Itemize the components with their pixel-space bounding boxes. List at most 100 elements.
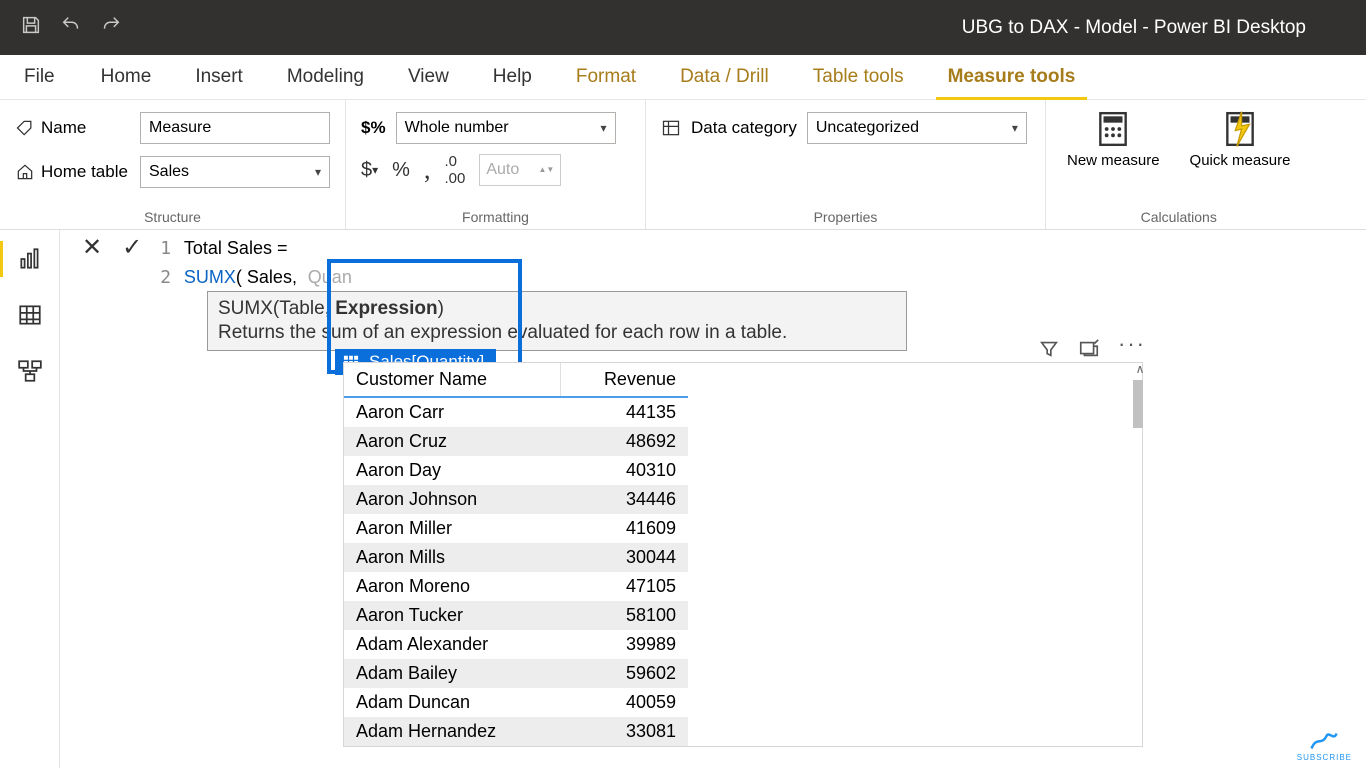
format-type-select[interactable]: Whole number▾: [396, 112, 616, 144]
new-measure-button[interactable]: New measure: [1061, 110, 1166, 170]
table-row[interactable]: Aaron Tucker58100: [344, 601, 688, 630]
cell-customer: Adam Hernandez: [344, 717, 561, 746]
quick-measure-button[interactable]: Quick measure: [1184, 110, 1297, 170]
view-rail: [0, 230, 60, 768]
percent-button[interactable]: %: [392, 159, 410, 182]
cell-revenue: 33081: [561, 717, 688, 746]
group-label: Formatting: [361, 203, 630, 229]
cell-customer: Aaron Day: [344, 456, 561, 485]
cell-revenue: 44135: [561, 397, 688, 427]
cell-customer: Adam Duncan: [344, 688, 561, 717]
table-row[interactable]: Aaron Miller41609: [344, 514, 688, 543]
cell-customer: Adam Bailey: [344, 659, 561, 688]
cell-revenue: 39989: [561, 630, 688, 659]
scroll-thumb[interactable]: [1133, 380, 1143, 428]
app-title: UBG to DAX - Model - Power BI Desktop: [122, 17, 1346, 39]
name-label: Name: [15, 118, 130, 138]
group-label: Structure: [15, 203, 330, 229]
filter-icon[interactable]: [1038, 338, 1060, 365]
cell-revenue: 40059: [561, 688, 688, 717]
currency-button[interactable]: $ ▾: [361, 159, 378, 182]
tab-data-drill[interactable]: Data / Drill: [658, 55, 791, 100]
cell-revenue: 40310: [561, 456, 688, 485]
formula-line[interactable]: Total Sales =: [173, 235, 352, 262]
tab-modeling[interactable]: Modeling: [265, 55, 386, 100]
data-category-label: Data category: [661, 118, 797, 138]
tab-file[interactable]: File: [0, 55, 79, 100]
visual-toolbar: ···: [1038, 338, 1146, 365]
table-row[interactable]: Aaron Carr44135: [344, 397, 688, 427]
tab-home[interactable]: Home: [79, 55, 174, 100]
cell-customer: Aaron Tucker: [344, 601, 561, 630]
ribbon: Name Home table Sales▾ Structure $% Who: [0, 100, 1366, 230]
data-view-button[interactable]: [15, 300, 45, 330]
table-row[interactable]: Aaron Cruz48692: [344, 427, 688, 456]
ribbon-tabs: File Home Insert Modeling View Help Form…: [0, 55, 1366, 100]
decimal-auto-input[interactable]: Auto ▲▼: [479, 154, 561, 186]
column-header-revenue[interactable]: Revenue: [561, 363, 688, 397]
cancel-formula-icon[interactable]: ✕: [78, 233, 106, 262]
cell-customer: Aaron Mills: [344, 543, 561, 572]
home-table-label: Home table: [15, 162, 130, 182]
table-row[interactable]: Adam Bailey59602: [344, 659, 688, 688]
table-row[interactable]: Aaron Moreno47105: [344, 572, 688, 601]
cell-customer: Adam Alexander: [344, 630, 561, 659]
scrollbar[interactable]: ∧: [1133, 362, 1147, 742]
tab-table-tools[interactable]: Table tools: [791, 55, 926, 100]
group-properties: Data category Uncategorized▾ Properties: [646, 100, 1046, 229]
table-row[interactable]: Aaron Mills30044: [344, 543, 688, 572]
undo-icon[interactable]: [60, 14, 82, 41]
cell-customer: Aaron Cruz: [344, 427, 561, 456]
table-row[interactable]: Adam Hernandez33081: [344, 717, 688, 746]
commit-formula-icon[interactable]: ✓: [118, 233, 146, 262]
group-formatting: $% Whole number▾ $ ▾ % , .0.00 Auto ▲▼ F…: [346, 100, 646, 229]
tab-help[interactable]: Help: [471, 55, 554, 100]
intellisense-tooltip: SUMX(Table, Expression) Returns the sum …: [207, 291, 907, 351]
cell-customer: Aaron Moreno: [344, 572, 561, 601]
tab-measure-tools[interactable]: Measure tools: [926, 55, 1098, 100]
cell-customer: Aaron Johnson: [344, 485, 561, 514]
formula-bar[interactable]: ✕ ✓ 1 Total Sales = 2 SUMX( Sales, Quan: [78, 233, 1356, 293]
group-structure: Name Home table Sales▾ Structure: [0, 100, 346, 229]
cell-revenue: 58100: [561, 601, 688, 630]
cell-customer: Aaron Miller: [344, 514, 561, 543]
cell-revenue: 34446: [561, 485, 688, 514]
group-label: Calculations: [1061, 203, 1296, 229]
group-calculations: New measure Quick measure Calculations: [1046, 100, 1311, 229]
tab-insert[interactable]: Insert: [173, 55, 265, 100]
table-row[interactable]: Aaron Day40310: [344, 456, 688, 485]
tab-view[interactable]: View: [386, 55, 471, 100]
measure-name-input[interactable]: [140, 112, 330, 144]
focus-mode-icon[interactable]: [1078, 338, 1100, 365]
line-number: 1: [160, 235, 171, 262]
subscribe-watermark: SUBSCRIBE: [1297, 731, 1352, 762]
table-row[interactable]: Aaron Johnson34446: [344, 485, 688, 514]
format-type-icon: $%: [361, 118, 386, 138]
data-category-select[interactable]: Uncategorized▾: [807, 112, 1027, 144]
titlebar: UBG to DAX - Model - Power BI Desktop: [0, 0, 1366, 55]
table-row[interactable]: Adam Duncan40059: [344, 688, 688, 717]
cell-revenue: 47105: [561, 572, 688, 601]
thousands-button[interactable]: ,: [424, 155, 431, 185]
decimals-button[interactable]: .0.00: [444, 153, 465, 187]
home-table-select[interactable]: Sales▾: [140, 156, 330, 188]
more-options-icon[interactable]: ···: [1118, 338, 1146, 365]
formula-line[interactable]: SUMX( Sales, Quan: [173, 264, 352, 291]
report-canvas: ✕ ✓ 1 Total Sales = 2 SUMX( Sales, Quan …: [60, 230, 1366, 768]
cell-revenue: 30044: [561, 543, 688, 572]
table-row[interactable]: Adam Alexander39989: [344, 630, 688, 659]
line-number: 2: [160, 264, 171, 291]
tab-format[interactable]: Format: [554, 55, 658, 100]
model-view-button[interactable]: [15, 356, 45, 386]
cell-customer: Aaron Carr: [344, 397, 561, 427]
cell-revenue: 48692: [561, 427, 688, 456]
table-visual[interactable]: Customer Name Revenue Aaron Carr44135Aar…: [343, 362, 1143, 747]
report-view-button[interactable]: [15, 244, 45, 274]
cell-revenue: 59602: [561, 659, 688, 688]
column-header-customer[interactable]: Customer Name: [344, 363, 561, 397]
scroll-up-icon[interactable]: ∧: [1133, 362, 1147, 376]
redo-icon[interactable]: [100, 14, 122, 41]
group-label: Properties: [661, 203, 1030, 229]
save-icon[interactable]: [20, 14, 42, 41]
cell-revenue: 41609: [561, 514, 688, 543]
